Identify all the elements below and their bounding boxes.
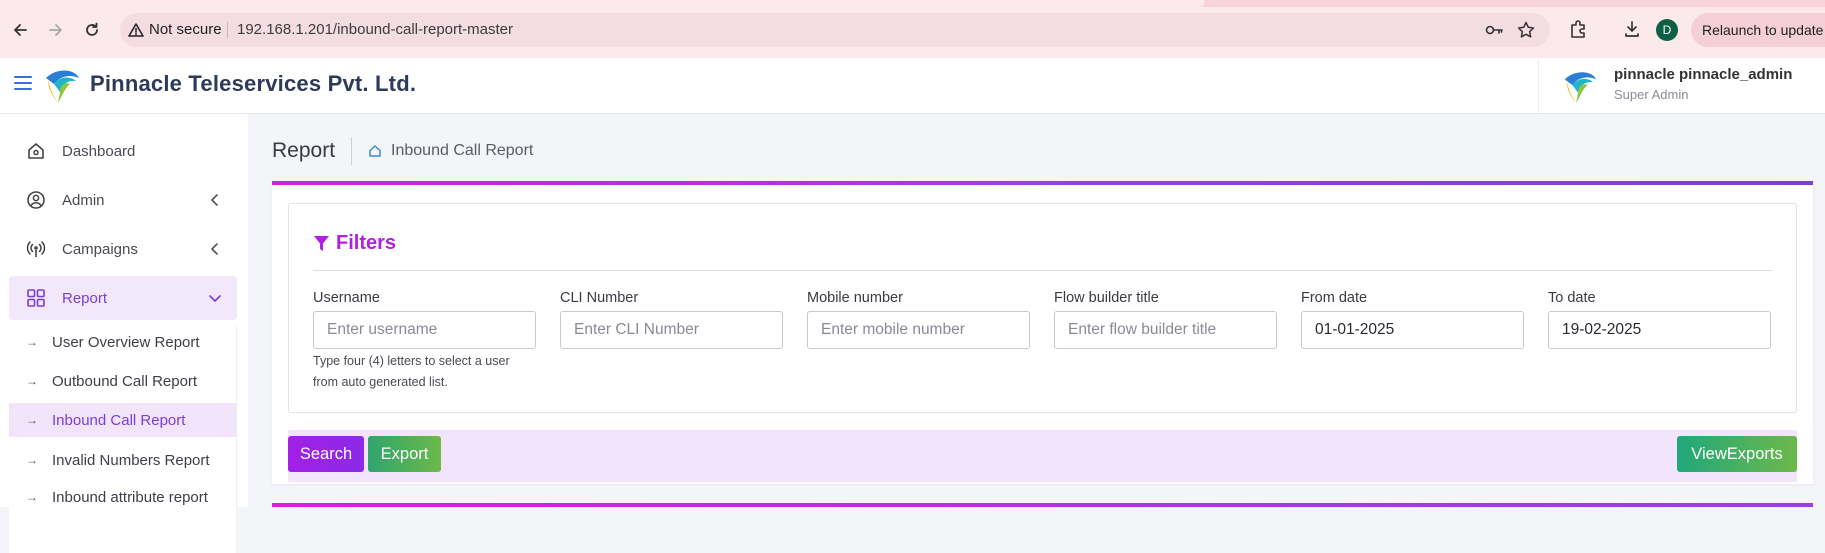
user-circle-icon (25, 189, 47, 211)
address-separator (227, 22, 228, 38)
cli-number-input[interactable] (560, 311, 783, 349)
username-input[interactable] (313, 311, 536, 349)
username-label: Username (313, 290, 380, 306)
home-icon (25, 140, 47, 162)
back-button[interactable] (7, 17, 33, 43)
warning-icon (128, 22, 144, 37)
reload-icon (86, 22, 98, 36)
breadcrumb: Report Inbound Call Report (272, 136, 533, 166)
company-logo (46, 70, 79, 103)
submenu-item-label: Invalid Numbers Report (52, 451, 210, 469)
submenu-item-invalid-numbers-report[interactable]: → Invalid Numbers Report (9, 443, 237, 477)
filter-funnel-icon (314, 235, 329, 251)
flow-builder-title-label: Flow builder title (1054, 290, 1159, 306)
arrow-right-icon: → (26, 374, 38, 388)
to-date-label: To date (1548, 290, 1596, 306)
arrow-right-icon: → (26, 335, 38, 349)
filters-divider (313, 270, 1772, 271)
submenu-item-label: Inbound attribute report (52, 488, 208, 506)
submenu-item-user-overview-report[interactable]: → User Overview Report (9, 325, 237, 359)
from-date-input[interactable] (1301, 311, 1524, 349)
security-indicator[interactable]: Not secure (128, 21, 222, 38)
broadcast-icon (25, 238, 47, 260)
url-text[interactable]: 192.168.1.201/inbound-call-report-master (237, 21, 513, 38)
sidebar-item-report[interactable]: Report (9, 276, 237, 320)
arrow-right-icon: → (26, 490, 38, 504)
username-field: Username Type four (4) letters to select… (313, 290, 536, 393)
forward-arrow-icon (49, 24, 62, 36)
sidebar-item-admin[interactable]: Admin (9, 178, 237, 222)
mobile-number-label: Mobile number (807, 290, 903, 306)
download-icon[interactable] (1620, 17, 1644, 41)
arrow-right-icon: → (26, 453, 38, 467)
breadcrumb-divider (351, 137, 353, 165)
filters-title: Filters (336, 232, 397, 254)
arrow-right-icon: → (26, 413, 38, 427)
tab-strip (0, 0, 1825, 7)
mobile-number-field: Mobile number (807, 290, 1030, 349)
cli-number-label: CLI Number (560, 290, 639, 306)
submenu-item-inbound-call-report[interactable]: → Inbound Call Report (9, 403, 237, 437)
active-tab-edge[interactable] (0, 0, 1205, 7)
submenu-item-outbound-call-report[interactable]: → Outbound Call Report (9, 364, 237, 398)
mobile-number-input[interactable] (807, 311, 1030, 349)
breadcrumb-section: Report (272, 139, 336, 162)
chevron-left-icon (211, 194, 218, 206)
action-bar: Search Export ViewExports (288, 430, 1797, 482)
to-date-field: To date (1548, 290, 1771, 349)
password-key-icon[interactable] (1484, 20, 1504, 40)
report-submenu: → User Overview Report → Outbound Call R… (9, 325, 237, 553)
chevron-left-icon (211, 243, 218, 255)
next-card-edge (272, 503, 1813, 507)
sidebar-item-label: Report (62, 289, 108, 307)
sidebar-item-label: Admin (62, 191, 105, 209)
flow-builder-title-input[interactable] (1054, 311, 1277, 349)
security-label: Not secure (149, 21, 222, 38)
filters-header: Filters (313, 232, 396, 255)
cli-number-field: CLI Number (560, 290, 783, 349)
submenu-item-inbound-attribute-report[interactable]: → Inbound attribute report (9, 480, 237, 514)
flow-builder-title-field: Flow builder title (1054, 290, 1277, 349)
breadcrumb-current-page: Inbound Call Report (391, 142, 534, 159)
user-menu[interactable]: pinnacle pinnacle_admin Super Admin (1538, 58, 1825, 114)
browser-toolbar: Not secure 192.168.1.201/inbound-call-re… (0, 0, 1825, 58)
relaunch-button[interactable]: Relaunch to update (1691, 13, 1825, 47)
from-date-label: From date (1301, 290, 1368, 306)
user-role: Super Admin (1614, 87, 1689, 102)
extensions-icon[interactable] (1566, 17, 1590, 41)
report-card: Filters Username Type four (4) letters t… (272, 181, 1813, 484)
view-exports-button[interactable]: ViewExports (1677, 436, 1797, 472)
grid-icon (25, 287, 47, 309)
search-button[interactable]: Search (288, 436, 364, 472)
app-header: Pinnacle Teleservices Pvt. Ltd. pinnacle… (0, 58, 1825, 114)
submenu-item-label: Inbound Call Report (52, 411, 186, 429)
back-arrow-icon (14, 24, 27, 36)
sidebar-item-label: Dashboard (62, 142, 136, 160)
to-date-input[interactable] (1548, 311, 1771, 349)
sidebar: Dashboard Admin Campaigns Report → User … (0, 114, 248, 553)
sidebar-item-label: Campaigns (62, 240, 138, 258)
reload-button[interactable] (79, 17, 105, 43)
chevron-down-icon (209, 295, 221, 302)
submenu-item-label: Outbound Call Report (52, 372, 198, 390)
profile-avatar[interactable]: D (1656, 19, 1678, 41)
menu-toggle-icon[interactable] (14, 76, 32, 92)
forward-button[interactable] (43, 17, 69, 43)
user-name: pinnacle pinnacle_admin (1614, 66, 1793, 83)
from-date-field: From date (1301, 290, 1524, 349)
home-icon[interactable] (368, 144, 382, 158)
sidebar-item-campaigns[interactable]: Campaigns (9, 227, 237, 271)
export-button[interactable]: Export (368, 436, 441, 472)
sidebar-item-dashboard[interactable]: Dashboard (9, 129, 237, 173)
address-bar[interactable]: Not secure 192.168.1.201/inbound-call-re… (120, 13, 1550, 47)
company-name: Pinnacle Teleservices Pvt. Ltd. (90, 71, 417, 96)
username-hint: Type four (4) letters to select a user f… (313, 354, 510, 389)
user-avatar (1564, 72, 1597, 104)
submenu-item-label: User Overview Report (52, 333, 200, 351)
filters-panel: Filters Username Type four (4) letters t… (288, 203, 1797, 413)
bookmark-star-icon[interactable] (1516, 20, 1536, 40)
